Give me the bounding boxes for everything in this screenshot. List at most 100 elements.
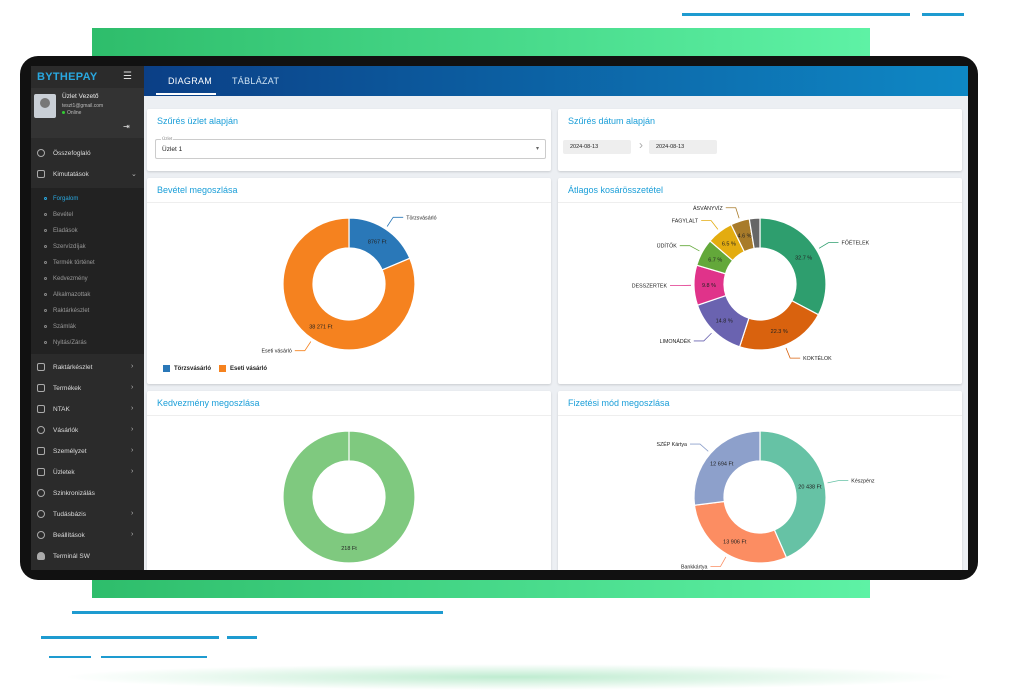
- date-from-input[interactable]: 2024-08-13: [563, 140, 631, 154]
- donut-slice[interactable]: [738, 299, 820, 351]
- date-to-value: 2024-08-13: [656, 144, 685, 150]
- slice-category-label: DESSZERTEK: [632, 284, 668, 290]
- slice-value-label: 14.8 %: [716, 318, 733, 324]
- sidebar-item-szemelyzet[interactable]: Személyzet ›: [31, 441, 144, 462]
- decor-line: [101, 656, 207, 658]
- sidebar-item-tudasbazis[interactable]: Tudásbázis ›: [31, 504, 144, 525]
- app-screen: BYTHEPAY ☰ Üzlet Vezető teszt1@gmail.com…: [31, 66, 968, 570]
- subitem-termek-tortenet[interactable]: Termék történet: [31, 256, 144, 272]
- subitem-eladasok[interactable]: Eladások: [31, 224, 144, 240]
- sidebar-item-label: NTAK: [53, 406, 70, 413]
- slice-category-label: Eseti vásárló: [261, 349, 291, 355]
- user-status: Online: [62, 110, 81, 116]
- subitem-nyitas-zaras[interactable]: Nyitás/Zárás: [31, 336, 144, 352]
- subitem-raktarkeszlet[interactable]: Raktárkészlet: [31, 304, 144, 320]
- store-select[interactable]: Üzlet 1 ▾: [155, 139, 546, 159]
- donut-slice[interactable]: [759, 217, 827, 316]
- donut-slice[interactable]: [282, 430, 416, 564]
- slice-leader-line: [294, 341, 312, 352]
- slice-value-label: 4.6 %: [738, 233, 752, 239]
- subitem-label: Szervízdíjak: [53, 244, 86, 250]
- user-name: Üzlet Vezető: [62, 93, 99, 100]
- tab-diagram[interactable]: DIAGRAM: [168, 76, 212, 86]
- slice-category-label: Készpénz: [851, 479, 875, 485]
- subitem-label: Raktárkészlet: [53, 308, 90, 314]
- brand-logo: BYTHEPAY: [37, 71, 98, 83]
- slice-leader-line: [386, 216, 404, 227]
- slice-value-label: 8767 Ft: [368, 239, 387, 245]
- subitem-alkalmazottak[interactable]: Alkalmazottak: [31, 288, 144, 304]
- chevron-down-icon: ⌄: [131, 171, 137, 178]
- store-icon: [37, 468, 45, 476]
- legend-swatch: [163, 365, 170, 372]
- slice-leader-line: [725, 207, 740, 219]
- slice-value-label: 6.7 %: [708, 258, 722, 264]
- id-card-icon: [37, 405, 45, 413]
- chevron-right-icon: ›: [131, 468, 134, 475]
- sidebar-item-beallitasok[interactable]: Beállítások ›: [31, 525, 144, 546]
- active-tab-indicator: [156, 93, 216, 95]
- sidebar-item-label: Összefoglaló: [53, 150, 91, 157]
- decor-line: [227, 636, 257, 639]
- subitem-bevetel[interactable]: Bevétel: [31, 208, 144, 224]
- slice-value-label: 13 906 Ft: [723, 539, 747, 545]
- sidebar-item-vasarlok[interactable]: Vásárlók ›: [31, 420, 144, 441]
- legend-item[interactable]: Eseti vásárló: [219, 365, 267, 372]
- chevron-right-icon: ›: [131, 510, 134, 517]
- sidebar-item-ntak[interactable]: NTAK ›: [31, 399, 144, 420]
- slice-leader-line: [785, 347, 801, 359]
- sidebar-item-termekek[interactable]: Termékek ›: [31, 378, 144, 399]
- donut-slice[interactable]: [693, 430, 761, 506]
- subitem-szervizdijak[interactable]: Szervízdíjak: [31, 240, 144, 256]
- sidebar-item-osszefoglalo[interactable]: Összefoglaló: [31, 143, 144, 164]
- sidebar-item-label: Üzletek: [53, 469, 75, 476]
- sidebar-item-kimutatasok[interactable]: Kimutatások ⌄: [31, 164, 144, 185]
- store-select-label: Üzlet: [161, 136, 174, 141]
- slice-leader-line: [710, 556, 727, 567]
- slice-value-label: 32.7 %: [795, 256, 812, 262]
- subitem-kedvezmeny[interactable]: Kedvezmény: [31, 272, 144, 288]
- legend-item[interactable]: Törzsvásárló: [163, 365, 211, 372]
- subitem-label: Bevétel: [53, 212, 74, 218]
- slice-leader-line: [818, 242, 839, 249]
- sidebar-item-raktarkeszlet[interactable]: Raktárkészlet ›: [31, 357, 144, 378]
- menu-icon[interactable]: ☰: [123, 71, 133, 82]
- donut-slice[interactable]: [693, 500, 788, 564]
- store-select-value: Üzlet 1: [162, 146, 183, 153]
- status-dot-icon: [62, 111, 65, 114]
- sidebar-item-label: Tudásbázis: [53, 511, 86, 518]
- sidebar-item-uzletek[interactable]: Üzletek ›: [31, 462, 144, 483]
- subitem-label: Termék történet: [53, 260, 95, 266]
- chevron-right-icon: ›: [131, 531, 134, 538]
- date-to-input[interactable]: 2024-08-13: [649, 140, 717, 154]
- slice-value-label: 12 694 Ft: [710, 461, 734, 467]
- caret-down-icon: ▾: [535, 146, 539, 152]
- slice-leader-line: [693, 332, 712, 342]
- date-filter-card: Szűrés dátum alapján 2024-08-13 › 2024-0…: [558, 109, 962, 171]
- slice-leader-line: [679, 245, 700, 252]
- payment-donut-chart: 20 438 Ft Készpénz 13 906 Ft Bankkártya 12 6…: [656, 430, 875, 570]
- slice-category-label: FAGYLALT: [672, 219, 699, 225]
- logout-icon[interactable]: ⇥: [123, 122, 130, 131]
- chevron-right-icon: ›: [131, 405, 134, 412]
- bullet-icon: [44, 245, 47, 248]
- sidebar-item-label: Személyzet: [53, 448, 87, 455]
- slice-category-label: ÁSVÁNYVÍZ: [693, 205, 723, 212]
- box-icon: [37, 384, 45, 392]
- subitem-forgalom[interactable]: Forgalom: [31, 192, 144, 208]
- legend-label: Eseti vásárló: [230, 365, 268, 372]
- slice-leader-line: [827, 480, 849, 484]
- discount-chart-card: Kedvezmény megoszlása 218 Ft: [147, 391, 551, 570]
- avatar: [34, 94, 56, 118]
- decor-line: [41, 636, 219, 639]
- decor-line: [922, 13, 964, 16]
- bullet-icon: [44, 293, 47, 296]
- sidebar-item-terminal-sw[interactable]: Terminál SW: [31, 546, 144, 567]
- subitem-szamlak[interactable]: Számlák: [31, 320, 144, 336]
- sidebar-item-szinkronizalas[interactable]: Szinkronizálás: [31, 483, 144, 504]
- bullet-icon: [44, 309, 47, 312]
- bullet-icon: [44, 325, 47, 328]
- top-tab-bar: DIAGRAM TÁBLÁZAT: [144, 66, 968, 96]
- tab-tablazat[interactable]: TÁBLÁZAT: [232, 76, 279, 86]
- sidebar-item-label: Szinkronizálás: [53, 490, 95, 497]
